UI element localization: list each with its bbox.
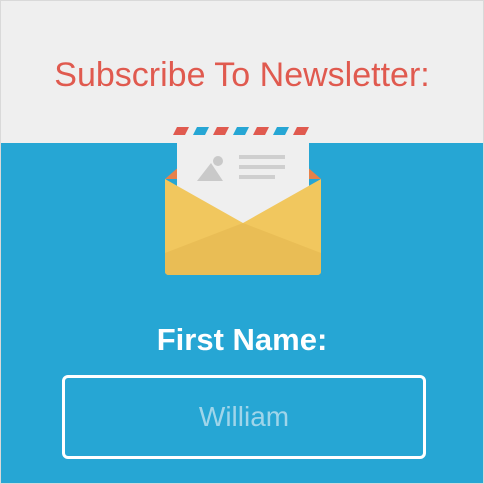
first-name-input[interactable] [65,378,423,456]
first-name-field-wrapper [62,375,426,459]
newsletter-header: Subscribe To Newsletter: [1,1,483,143]
newsletter-title: Subscribe To Newsletter: [54,56,430,94]
first-name-label: First Name: [156,322,328,357]
envelope-letter-icon-graphic [165,127,321,275]
newsletter-widget: Subscribe To Newsletter: First Name: Wil… [0,0,484,484]
envelope-letter-icon [161,123,325,277]
